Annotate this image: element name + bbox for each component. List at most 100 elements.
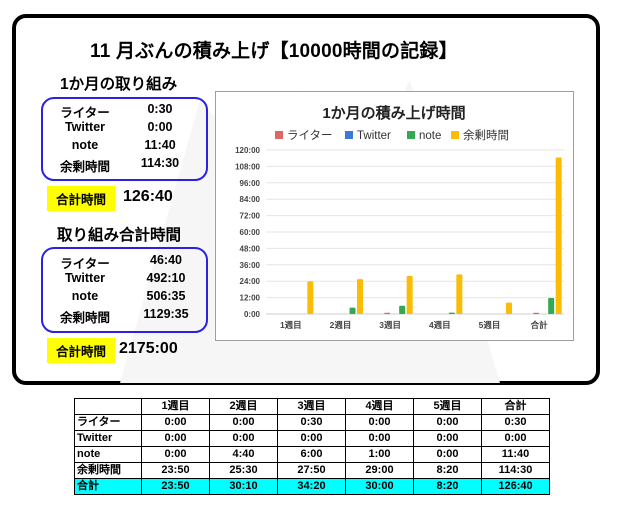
table-cell: 0:00: [345, 430, 414, 447]
monthly-row-value: 0:00: [147, 120, 173, 134]
cumulative-row: Twitter 492:10: [43, 271, 206, 289]
table-header-cell: 2週目: [209, 398, 278, 415]
y-tick-label: 96:00: [240, 179, 261, 188]
table-cell: 0:30: [481, 414, 550, 431]
table-cell: 23:50: [141, 478, 210, 495]
table-cell: 23:50: [141, 462, 210, 479]
bar-surplus: [357, 279, 363, 314]
y-tick-label: 120:00: [235, 146, 260, 155]
table-cell: 0:00: [345, 414, 414, 431]
bar-surplus: [406, 275, 413, 314]
table-cell: 0:00: [277, 430, 346, 447]
table-cell: 0:00: [481, 430, 550, 447]
legend-swatch: [345, 131, 353, 139]
cumulative-total-badge: 合計時間: [47, 338, 115, 363]
cumulative-total-value: 2175:00: [119, 340, 178, 357]
monthly-row-value: 114:30: [140, 156, 180, 170]
table-total-row: 合計 23:50 30:10 34:20 30:00 8:20 126:40: [74, 478, 550, 495]
monthly-row: Twitter 0:00: [43, 120, 206, 138]
bar-surplus: [506, 302, 512, 314]
monthly-total-badge: 合計時間: [47, 186, 115, 211]
cumulative-row-label: 余剰時間: [59, 311, 110, 325]
x-tick-label: 3週目: [379, 320, 401, 330]
cumulative-summary-box: ライター 46:40 Twitter 492:10 note 506:35 余剰…: [41, 247, 208, 333]
x-tick-label: 1週目: [280, 320, 302, 330]
table-cell: 126:40: [481, 478, 550, 495]
cumulative-row-value: 506:35: [146, 289, 186, 303]
bar-surplus: [555, 157, 562, 314]
chart-x-axis: 1週目 2週目 3週目 4週目 5週目 合計: [280, 320, 548, 330]
x-tick-label: 合計: [530, 320, 549, 330]
table-cell: 0:00: [141, 430, 210, 447]
legend-label: note: [419, 130, 441, 142]
table-cell: 114:30: [481, 462, 550, 479]
monthly-row-label: Twitter: [64, 120, 106, 134]
table-cell: 29:00: [345, 462, 414, 479]
monthly-summary-box: ライター 0:30 Twitter 0:00 note 11:40 余剰時間 1…: [41, 97, 208, 181]
table-cell: 27:50: [277, 462, 346, 479]
table-header-cell: 4週目: [345, 398, 414, 415]
table-row-label: Twitter: [74, 430, 142, 447]
table-header-cell: 5週目: [413, 398, 482, 415]
monthly-row: 余剰時間 114:30: [43, 156, 206, 174]
y-tick-label: 108:00: [235, 162, 260, 171]
page-title: 11 月ぶんの積み上げ【10000時間の記録】: [90, 41, 458, 62]
cumulative-row: note 506:35: [43, 289, 206, 307]
table-cell: 0:00: [141, 414, 210, 431]
table-header-cell: [74, 398, 142, 415]
y-tick-label: 0:00: [244, 310, 261, 319]
y-tick-label: 60:00: [240, 228, 261, 237]
table-row-label: 合計: [74, 478, 142, 495]
monthly-heading: 1か月の取り組み: [60, 76, 178, 93]
chart-svg: 1か月の積み上げ時間 ライター Twitter note 余剰時間 0:00 12:00…: [235, 104, 564, 330]
bar-surplus: [307, 281, 314, 314]
bar-note: [448, 312, 455, 314]
table-cell: 0:00: [413, 430, 482, 447]
cumulative-row-value: 1129:35: [143, 307, 189, 321]
monthly-total-value: 126:40: [123, 188, 173, 205]
table-row: ライター 0:00 0:00 0:30 0:00 0:00 0:30: [74, 414, 550, 431]
table-cell: 30:00: [345, 478, 414, 495]
table-row: 余剰時間 23:50 25:30 27:50 29:00 8:20 114:30: [74, 462, 550, 479]
x-tick-label: 2週目: [330, 320, 352, 330]
monthly-row-label: 余剰時間: [59, 160, 110, 174]
y-tick-label: 48:00: [240, 244, 261, 253]
cumulative-row-label: ライター: [60, 257, 110, 271]
cumulative-heading: 取り組み合計時間: [57, 227, 182, 244]
table-header-cell: 1週目: [141, 398, 210, 415]
x-tick-label: 4週目: [429, 320, 451, 330]
table-row-label: ライター: [74, 414, 142, 431]
x-tick-label: 5週目: [479, 320, 501, 330]
legend-swatch: [275, 131, 283, 139]
table-row-label: 余剰時間: [74, 462, 142, 479]
table-cell: 0:00: [413, 446, 482, 463]
table-cell: 8:20: [413, 462, 482, 479]
chart-y-axis: 0:00 12:00 24:00 36:00 48:00 60:00 72:00 84:00 9…: [235, 146, 260, 319]
bar-surplus: [456, 274, 463, 314]
table-row: Twitter 0:00 0:00 0:00 0:00 0:00 0:00: [74, 430, 550, 447]
monthly-row-label: note: [71, 138, 99, 152]
monthly-row: note 11:40: [43, 138, 206, 156]
monthly-row-value: 11:40: [144, 138, 176, 152]
table-row: note 0:00 4:40 6:00 1:00 0:00 11:40: [74, 446, 550, 463]
bar-chart: 1か月の積み上げ時間 ライター Twitter note 余剰時間 0:00 12:00…: [215, 91, 574, 341]
table-cell: 8:20: [413, 478, 482, 495]
bar-note: [399, 305, 406, 314]
table-cell: 1:00: [345, 446, 414, 463]
chart-legend: ライター Twitter note 余剰時間: [275, 128, 509, 142]
table-cell: 0:00: [141, 446, 210, 463]
cumulative-row-label: Twitter: [64, 271, 106, 285]
cumulative-row-value: 46:40: [150, 253, 182, 267]
y-tick-label: 72:00: [240, 212, 261, 221]
table-header-cell: 3週目: [277, 398, 346, 415]
legend-label: ライター: [287, 129, 333, 142]
table-cell: 0:30: [277, 414, 346, 431]
table-cell: 0:00: [413, 414, 482, 431]
y-tick-label: 24:00: [240, 277, 261, 286]
cumulative-row: 余剰時間 1129:35: [43, 307, 206, 325]
legend-label: 余剰時間: [463, 128, 509, 142]
monthly-row-value: 0:30: [147, 102, 173, 116]
table-cell: 6:00: [277, 446, 346, 463]
bar-writer: [384, 312, 391, 314]
cumulative-row: ライター 46:40: [43, 253, 206, 271]
